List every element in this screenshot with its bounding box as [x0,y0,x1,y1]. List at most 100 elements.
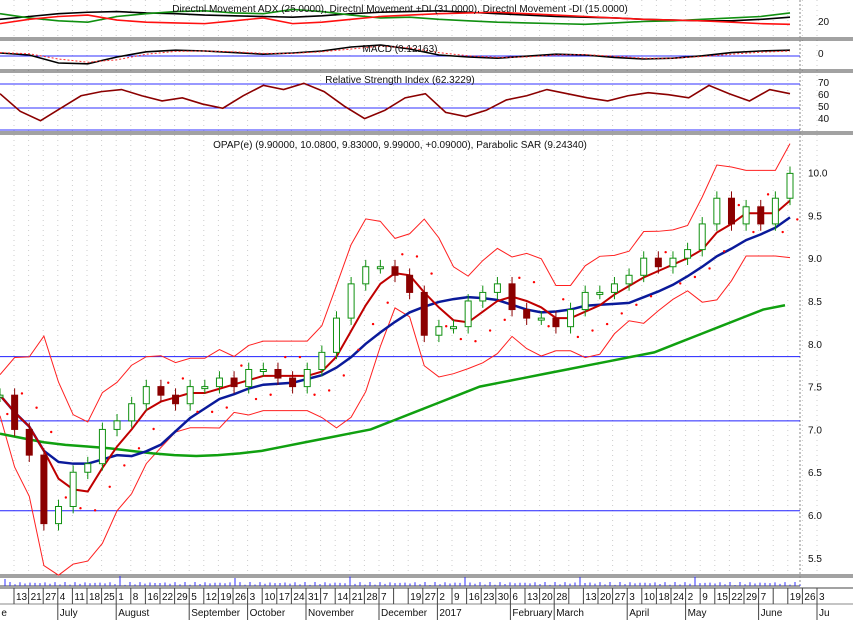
long-moving-average-line [0,304,786,458]
x-day-label: 25 [104,592,116,603]
x-day-label: 27 [425,592,437,603]
x-day-label: 19 [410,592,422,603]
parabolic-sar-dot [20,392,24,395]
x-month-label: February [512,608,552,619]
parabolic-sar-dot [137,447,141,450]
candle-body [230,377,238,388]
candle-body [172,394,180,405]
x-month-label: September [191,608,241,619]
parabolic-sar-dot [796,218,799,221]
x-day-label: 17 [279,592,291,603]
parabolic-sar-dot [693,275,697,279]
x-day-label: 18 [658,592,670,603]
candle-body [186,386,194,405]
candle-body [128,403,136,422]
candle-body [347,283,355,319]
parabolic-sar-dot [620,312,623,315]
parabolic-sar-dot [415,255,419,258]
parabolic-sar-dot [562,298,565,301]
x-day-label: 19 [220,592,232,603]
parabolic-sar-dot [108,485,111,488]
x-day-label: 5 [191,592,197,603]
candle-body [274,368,282,379]
panel-title: Relative Strength Index (62.3229) [325,75,475,86]
parabolic-sar-dot [50,430,53,434]
y-tick-label: 60 [818,90,830,101]
x-day-label: 16 [469,592,481,603]
x-day-label: 1 [118,592,124,603]
x-day-label: 13 [527,592,539,603]
y-tick-label: 6.0 [808,511,822,522]
x-day-label: 11 [74,592,85,603]
candle-body [391,266,399,276]
candle-body [625,274,633,285]
y-tick-label: 40 [818,114,830,125]
parabolic-sar-dot [313,393,316,396]
y-tick-label: 70 [818,78,830,89]
y-tick-label: 50 [818,102,830,113]
candle-body [479,291,487,302]
candle-body [215,377,223,388]
candle-body [464,300,472,328]
x-day-label: 30 [498,592,510,603]
x-month-label: e [1,608,7,619]
candle-body [142,386,150,405]
y-tick-label: 8.5 [808,297,822,308]
parabolic-sar-dot [386,301,389,304]
candle-body [40,454,48,525]
x-day-label: 16 [147,592,159,603]
x-day-label: 12 [206,592,218,603]
parabolic-sar-dot [752,230,755,234]
candle-body [757,206,765,225]
x-day-label: 2 [439,592,445,603]
x-day-label: 31 [308,592,320,603]
parabolic-sar-dot [371,322,375,326]
parabolic-sar-dot [79,507,82,510]
x-day-label: 10 [264,592,276,603]
candle-body [289,377,297,388]
y-tick-label: 7.0 [808,425,822,436]
candle-body [362,266,370,285]
candle-body [450,326,458,330]
parabolic-sar-dot [181,377,185,380]
x-day-label: 21 [352,592,364,603]
y-tick-label: 7.5 [808,383,822,394]
parabolic-sar-dot [708,267,711,270]
parabolic-sar-dot [445,325,448,328]
x-month-label: Ju [819,608,830,619]
parabolic-sar-dot [298,355,302,359]
x-month-label: November [308,608,355,619]
parabolic-sar-dot [459,337,463,341]
candle-body [113,420,121,430]
candle-body [406,274,414,293]
x-month-label: June [761,608,783,619]
x-month-label: December [381,608,428,619]
parabolic-sar-dot [737,203,740,207]
candle-body [552,317,560,328]
x-day-label: 22 [731,592,743,603]
candle-body [727,197,735,225]
parabolic-sar-dot [210,410,214,414]
parabolic-sar-dot [503,318,506,322]
parabolic-sar-dot [93,509,97,512]
parabolic-sar-dot [649,295,653,298]
candle-body [654,257,662,268]
x-day-label: 27 [45,592,57,603]
panel-title: Directnl Movement ADX (25.0000), Directn… [172,4,627,15]
y-tick-label: 5.5 [808,554,822,565]
y-tick-label: 0 [818,49,824,60]
parabolic-sar-dot [679,282,682,285]
parabolic-sar-dot [576,335,580,339]
candle-body [610,283,618,293]
parabolic-sar-dot [35,406,38,409]
parabolic-sar-dot [167,381,170,384]
candle-body [742,206,750,225]
candle-body [157,386,165,396]
parabolic-sar-dot [64,496,68,499]
candle-body [318,351,326,370]
candle-body [508,283,516,311]
x-day-label: 8 [133,592,139,603]
parabolic-sar-dot [6,412,9,416]
candle-body [245,368,253,388]
candle-body [640,257,648,276]
